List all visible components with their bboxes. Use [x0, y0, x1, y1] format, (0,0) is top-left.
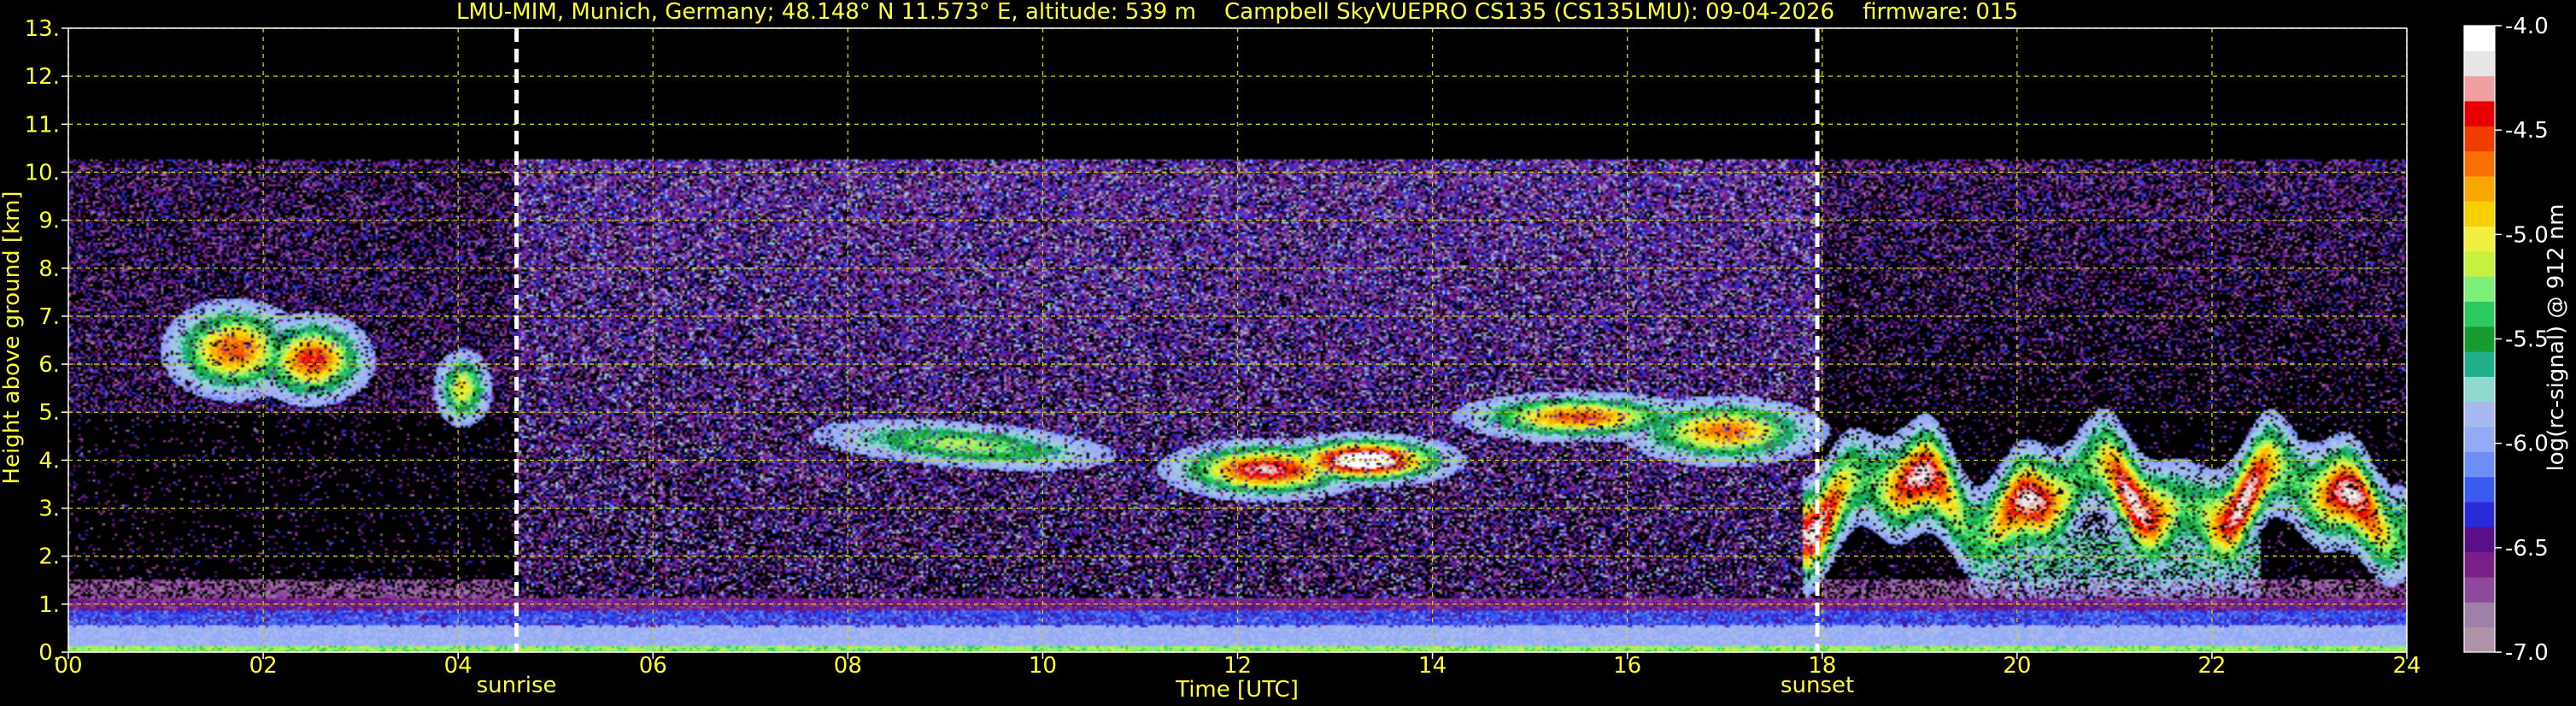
colorbar-segment	[2464, 226, 2495, 252]
colorbar-segment	[2464, 326, 2495, 352]
colorbar-segment	[2464, 527, 2495, 553]
colorbar-segment	[2464, 476, 2495, 503]
sunrise-label: sunrise	[477, 673, 557, 698]
x-tick-label: 02	[249, 653, 278, 679]
y-tick-label: 3.	[38, 497, 60, 522]
y-tick-label: 12.	[25, 64, 60, 90]
y-tick-label: 2.	[38, 544, 60, 570]
colorbar-segment	[2464, 351, 2495, 377]
colorbar-label: log(rc-signal) @ 912 nm	[2544, 204, 2569, 472]
colorbar-segment	[2464, 502, 2495, 527]
colorbar-segment	[2464, 427, 2495, 452]
colorbar-segment	[2464, 150, 2495, 177]
y-tick-label: 7.	[38, 304, 60, 330]
colorbar-segment	[2464, 26, 2495, 51]
x-tick-label: 14	[1418, 653, 1446, 679]
colorbar-segment	[2464, 201, 2495, 227]
x-tick-label: 22	[2198, 653, 2226, 679]
x-axis-label: Time [UTC]	[1175, 677, 1299, 703]
colorbar-segment	[2464, 577, 2495, 603]
colorbar-segment	[2464, 551, 2495, 578]
x-tick-label: 24	[2392, 653, 2421, 679]
colorbar-segment	[2464, 602, 2495, 628]
colorbar-segment	[2464, 301, 2495, 327]
y-tick-label: 5.	[38, 400, 60, 426]
colorbar-tick-label: -5.5	[2505, 327, 2549, 353]
y-tick-label: 1.	[38, 592, 60, 618]
ceilometer-chart: sunrise sunset 00 02 04 06 08 10 12 14 16 18 20 22 24…	[0, 0, 2576, 706]
x-tick-label: 06	[639, 653, 667, 679]
colorbar-segment	[2464, 175, 2495, 202]
colorbar-segment	[2464, 250, 2495, 277]
y-tick-label: 11.	[25, 112, 60, 138]
y-tick-label: 13.	[25, 16, 60, 42]
colorbar-segment	[2464, 376, 2495, 403]
y-tick-label: 4.	[38, 448, 60, 474]
x-tick-label: 08	[834, 653, 862, 679]
y-tick-label: 10.	[25, 160, 60, 185]
x-tick-label: 16	[1613, 653, 1641, 679]
x-tick-label: 12	[1223, 653, 1252, 679]
colorbar-segment	[2464, 75, 2495, 102]
colorbar-segment	[2464, 401, 2495, 427]
y-tick-label: 6.	[38, 352, 60, 378]
colorbar-segment	[2464, 100, 2495, 126]
colorbar-tick-label: -6.0	[2505, 432, 2549, 457]
y-tick-label: 0.	[38, 640, 60, 666]
colorbar-segment	[2464, 276, 2495, 303]
y-axis-label: Height above ground [km]	[0, 191, 25, 484]
colorbar-segment	[2464, 50, 2495, 77]
x-tick-label: 18	[1808, 653, 1836, 679]
x-tick-label: 10	[1029, 653, 1057, 679]
x-tick-label: 04	[444, 653, 472, 679]
colorbar-segment	[2464, 451, 2495, 478]
y-tick-label: 8.	[38, 256, 60, 282]
colorbar-tick-label: -6.5	[2505, 536, 2549, 562]
colorbar-tick-label: -7.0	[2505, 640, 2549, 666]
colorbar-segment	[2464, 126, 2495, 152]
colorbar-segment	[2464, 627, 2495, 653]
chart-title: LMU-MIM, Munich, Germany; 48.148° N 11.5…	[456, 0, 2018, 25]
colorbar-tick-label: -4.0	[2505, 14, 2549, 39]
colorbar-tick-label: -5.0	[2505, 222, 2549, 248]
y-tick-label: 9.	[38, 209, 60, 234]
x-tick-label: 20	[2003, 653, 2031, 679]
colorbar-tick-label: -4.5	[2505, 118, 2549, 144]
